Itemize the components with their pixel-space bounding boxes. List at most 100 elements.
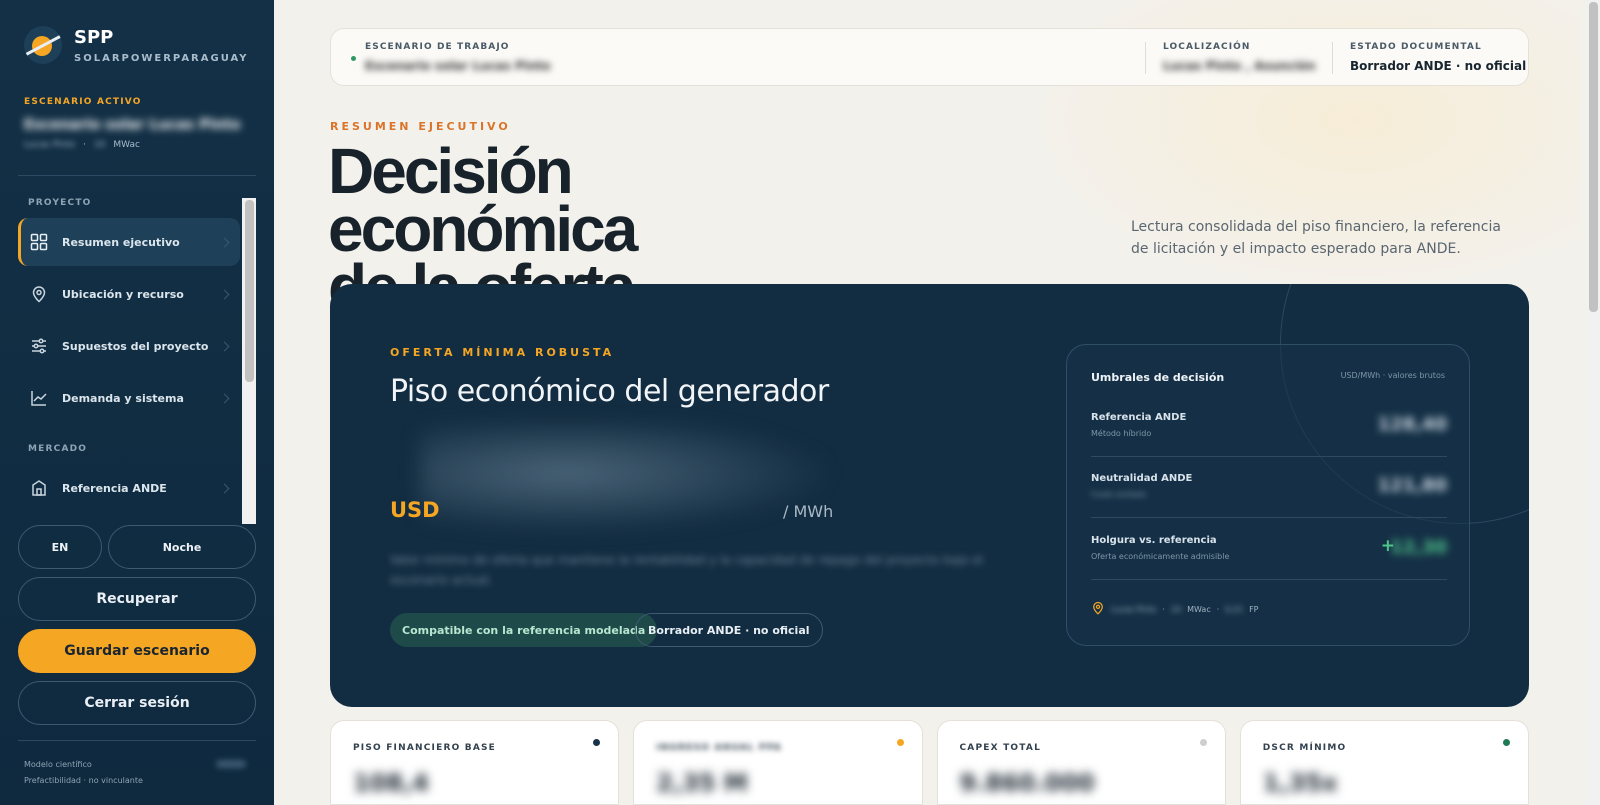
active-scenario-meta: Lucas Pinto · 10 MWac [24,140,140,150]
brand-subtitle: SOLARPOWERPARAGUAY [74,52,249,64]
hero-title: Piso económico del generador [390,374,829,409]
topbar-separator [1145,42,1146,74]
kpi-status-dot [1199,739,1207,746]
topbar-scenario-label: ESCENARIO DE TRABAJO [365,42,510,52]
chevron-right-icon [219,483,230,493]
sidebar-item-label: Ubicación y recurso [62,287,184,301]
map-pin-icon [1091,601,1105,617]
kpi-value: 9.860.000 [959,769,1095,797]
topbar-scenario-value: Escenario solar Lucas Pinto [365,59,551,73]
chevron-right-icon [219,341,230,351]
hero-value-redacted [420,424,840,534]
topbar-separator [1332,42,1333,74]
footer-model-label: Modelo científico [24,760,92,769]
compatibility-badge: Compatible con la referencia modelada [390,613,658,647]
building-icon [30,479,48,497]
sidebar-nav: PROYECTO Resumen ejecutivo Ubicación y r… [18,198,256,524]
line-chart-icon [30,389,48,407]
page-scrollbar[interactable] [1586,0,1600,805]
hero-currency: USD [390,498,440,522]
sun-logo-icon [24,26,62,64]
topbar-status-value: Borrador ANDE · no oficial [1350,59,1527,73]
sidebar-divider [18,175,256,176]
hero-description: Valor mínimo de oferta que mantiene la r… [390,553,984,587]
brand[interactable]: SPP SOLARPOWERPARAGUAY [24,26,249,64]
threshold-row: Neutralidad ANDE Costo evitado 121,80 [1091,473,1447,533]
sidebar-scrollbar[interactable] [242,198,256,524]
topbar-location-value: Lucas Pinto , Asunción [1163,59,1316,73]
offer-hero-card: OFERTA MÍNIMA ROBUSTA Piso económico del… [330,284,1529,707]
thresholds-units: USD/MWh · valores brutos [1340,371,1445,380]
kpi-label: DSCR MÍNIMO [1262,743,1347,753]
topbar-status-label: ESTADO DOCUMENTAL [1350,42,1482,52]
sliders-icon [30,337,48,355]
active-scenario-name: Escenario solar Lucas Pinto [24,117,241,133]
sidebar-footer-divider [18,740,256,741]
threshold-value: 121,80 [1377,475,1447,496]
map-pin-icon [30,285,48,303]
footer-separator: · [1216,604,1220,614]
grid-icon [30,233,48,251]
toggle-row: EN Noche [18,525,256,569]
sidebar-item-label: Demanda y sistema [62,391,184,405]
sidebar-item-ubicacion[interactable]: Ubicación y recurso [18,270,240,318]
kpi-label: PISO FINANCIERO BASE [353,743,497,753]
theme-toggle-button[interactable]: Noche [108,525,256,569]
nav-section-proyecto: PROYECTO [28,198,92,208]
language-toggle-button[interactable]: EN [18,525,102,569]
kpi-label: INGRESO ANUAL PPA [656,743,782,753]
threshold-value: 128,40 [1377,414,1447,435]
threshold-row: Referencia ANDE Método híbrido 128,40 [1091,412,1447,472]
kpi-value: 108,4 [353,769,429,797]
footer-location: Lucas Pinto [1111,604,1157,614]
active-scenario-capacity: 10 [93,140,106,150]
chevron-right-icon [219,289,230,299]
sidebar-item-resumen-ejecutivo[interactable]: Resumen ejecutivo [18,218,240,266]
sidebar-item-label: Resumen ejecutivo [62,235,180,249]
draft-status-badge: Borrador ANDE · no oficial [635,613,823,647]
row-divider [1091,579,1447,580]
kpi-card[interactable]: INGRESO ANUAL PPA 2,35 M [633,720,923,805]
kpi-cards: PISO FINANCIERO BASE 108,4 INGRESO ANUAL… [330,720,1529,805]
footer-fp: 0,21 [1225,604,1244,614]
footer-separator: · [1162,604,1165,614]
kpi-card[interactable]: DSCR MÍNIMO 1,35x [1239,720,1529,805]
kpi-status-dot [896,739,904,746]
brand-title: SPP [74,26,114,48]
footer-version-badge [216,760,246,768]
kpi-status-dot [1503,739,1510,746]
thresholds-footer: Lucas Pinto · 10 MWac · 0,21 FP [1091,601,1259,617]
sidebar-item-demanda[interactable]: Demanda y sistema [18,374,240,422]
thresholds-panel: Umbrales de decisión USD/MWh · valores b… [1066,344,1470,646]
kpi-label: CAPEX TOTAL [959,743,1042,753]
chevron-right-icon [219,393,230,403]
logout-button[interactable]: Cerrar sesión [18,681,256,725]
page-title-line1: Decisión económica [328,135,638,265]
kpi-value: 2,35 M [656,769,748,797]
sidebar-item-referencia-ande[interactable]: Referencia ANDE [18,464,240,512]
save-scenario-button[interactable]: Guardar escenario [18,629,256,673]
sidebar-item-label: Supuestos del proyecto [62,339,209,353]
page-lede: Lectura consolidada del piso financiero,… [1131,219,1501,257]
row-divider [1091,517,1447,518]
kpi-card[interactable]: PISO FINANCIERO BASE 108,4 [330,720,620,805]
sidebar: SPP SOLARPOWERPARAGUAY ESCENARIO ACTIVO … [0,0,274,805]
status-dot-icon [351,56,356,61]
topbar-location-label: LOCALIZACIÓN [1163,42,1251,52]
recover-button[interactable]: Recuperar [18,577,256,621]
footer-disclaimer: Prefactibilidad · no vinculante [24,776,143,785]
thresholds-title: Umbrales de decisión [1091,371,1225,384]
page-eyebrow: RESUMEN EJECUTIVO [330,120,511,133]
hero-eyebrow: OFERTA MÍNIMA ROBUSTA [390,346,615,359]
nav-section-mercado: MERCADO [28,444,88,454]
footer-capacity-unit: MWac [1187,604,1211,614]
kpi-card[interactable]: CAPEX TOTAL 9.860.000 [936,720,1226,805]
sidebar-item-supuestos[interactable]: Supuestos del proyecto [18,322,240,370]
kpi-value: 1,35x [1262,769,1338,797]
active-scenario-location: Lucas Pinto [24,140,76,150]
topbar-scenario: ESCENARIO DE TRABAJO Escenario solar Luc… [365,42,551,73]
active-scenario-label: ESCENARIO ACTIVO [24,97,142,107]
footer-capacity: 10 [1170,604,1182,614]
active-scenario-capacity-unit: MWac [113,140,140,150]
topbar-location: LOCALIZACIÓN Lucas Pinto , Asunción [1163,42,1316,73]
